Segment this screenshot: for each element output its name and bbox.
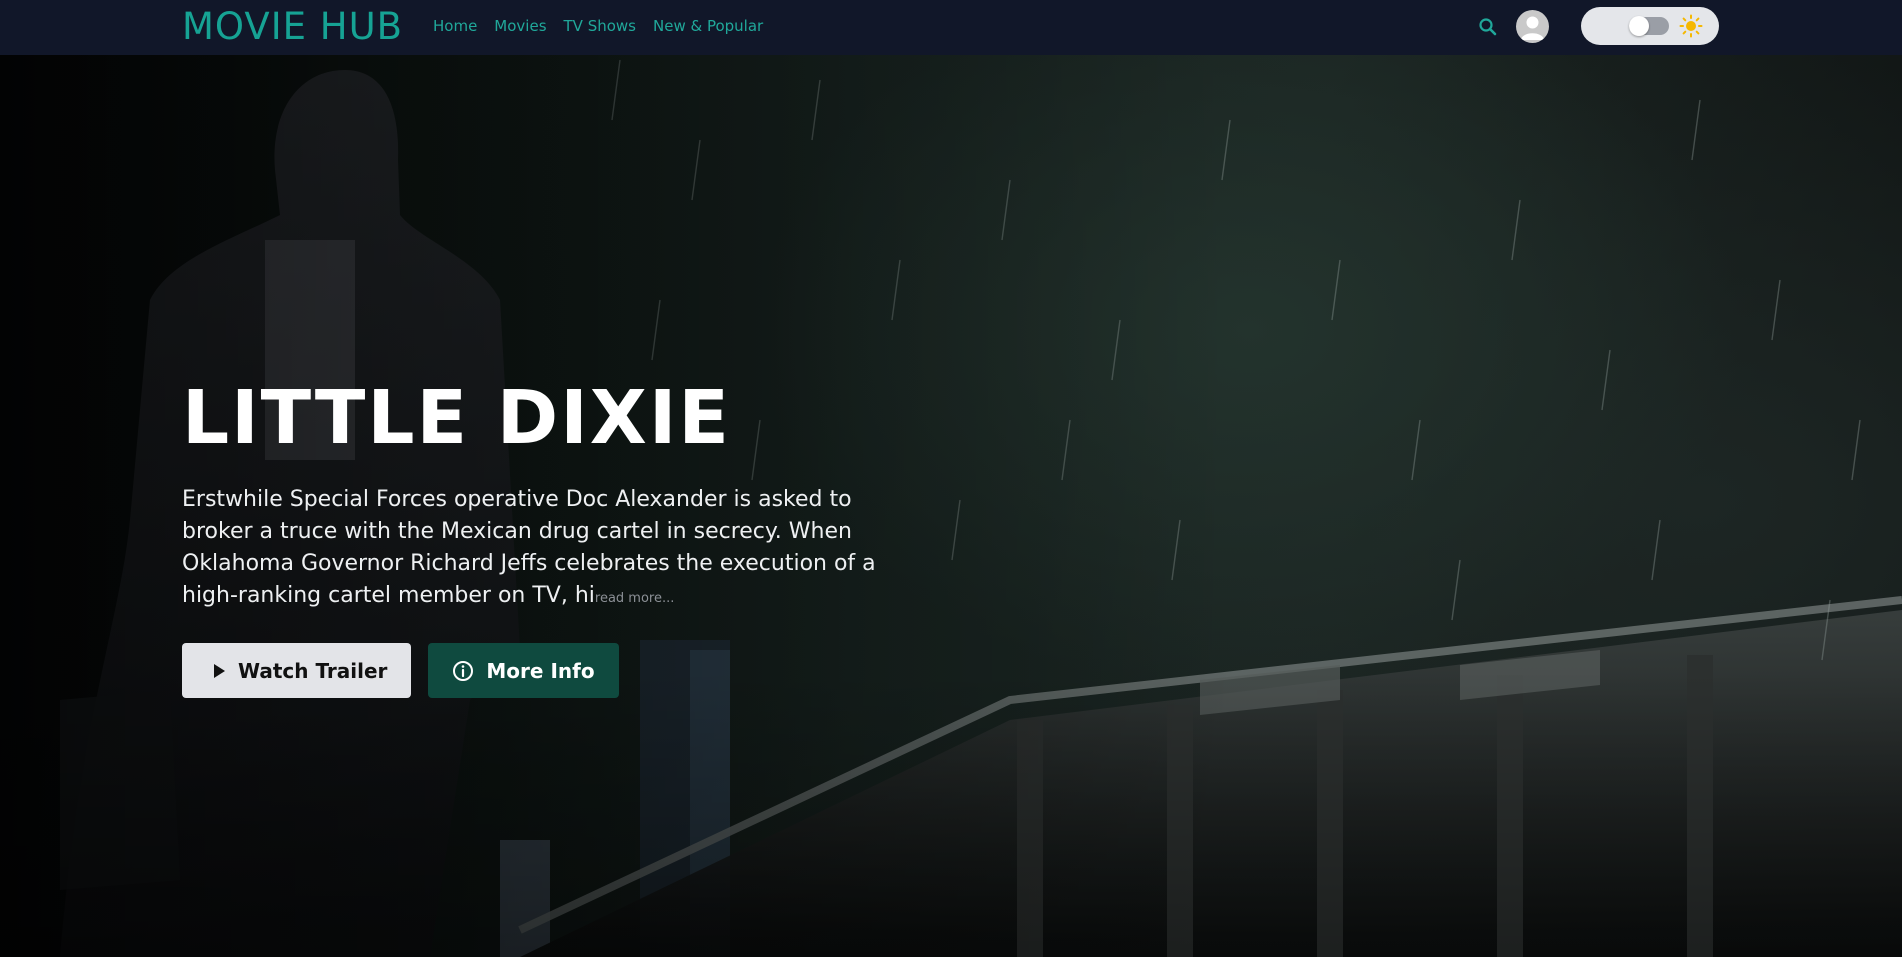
- hero-title: LITTLE DIXIE: [182, 375, 731, 461]
- info-icon: [453, 660, 474, 681]
- site-logo[interactable]: MOVIE HUB: [182, 6, 403, 48]
- nav-link-home[interactable]: Home: [433, 16, 477, 36]
- more-info-label: More Info: [486, 658, 595, 683]
- hero-actions: Watch Trailer More Info: [182, 643, 902, 698]
- search-icon[interactable]: [1476, 15, 1500, 39]
- theme-switch[interactable]: [1629, 16, 1669, 36]
- more-info-button[interactable]: More Info: [428, 643, 619, 698]
- hero-overview: Erstwhile Special Forces operative Doc A…: [182, 484, 902, 615]
- theme-toggle: [1581, 7, 1719, 45]
- watch-trailer-label: Watch Trailer: [238, 658, 388, 683]
- nav-link-new-popular[interactable]: New & Popular: [653, 16, 763, 36]
- nav-link-tv-shows[interactable]: TV Shows: [564, 16, 636, 36]
- hero-overview-text: Erstwhile Special Forces operative Doc A…: [182, 487, 876, 608]
- sun-icon: [1679, 14, 1703, 38]
- user-avatar-icon[interactable]: [1516, 10, 1549, 43]
- read-more-link[interactable]: read more...: [595, 591, 674, 606]
- hero-content: LITTLE DIXIE Erstwhile Special Forces op…: [182, 372, 902, 698]
- theme-switch-knob: [1629, 16, 1649, 36]
- moon-icon: [1603, 18, 1611, 34]
- main-nav: Home Movies TV Shows New & Popular: [433, 16, 763, 36]
- play-icon: [214, 663, 225, 678]
- watch-trailer-button[interactable]: Watch Trailer: [182, 643, 412, 698]
- navbar: MOVIE HUB Home Movies TV Shows New & Pop…: [0, 0, 1902, 55]
- nav-link-movies[interactable]: Movies: [494, 16, 546, 36]
